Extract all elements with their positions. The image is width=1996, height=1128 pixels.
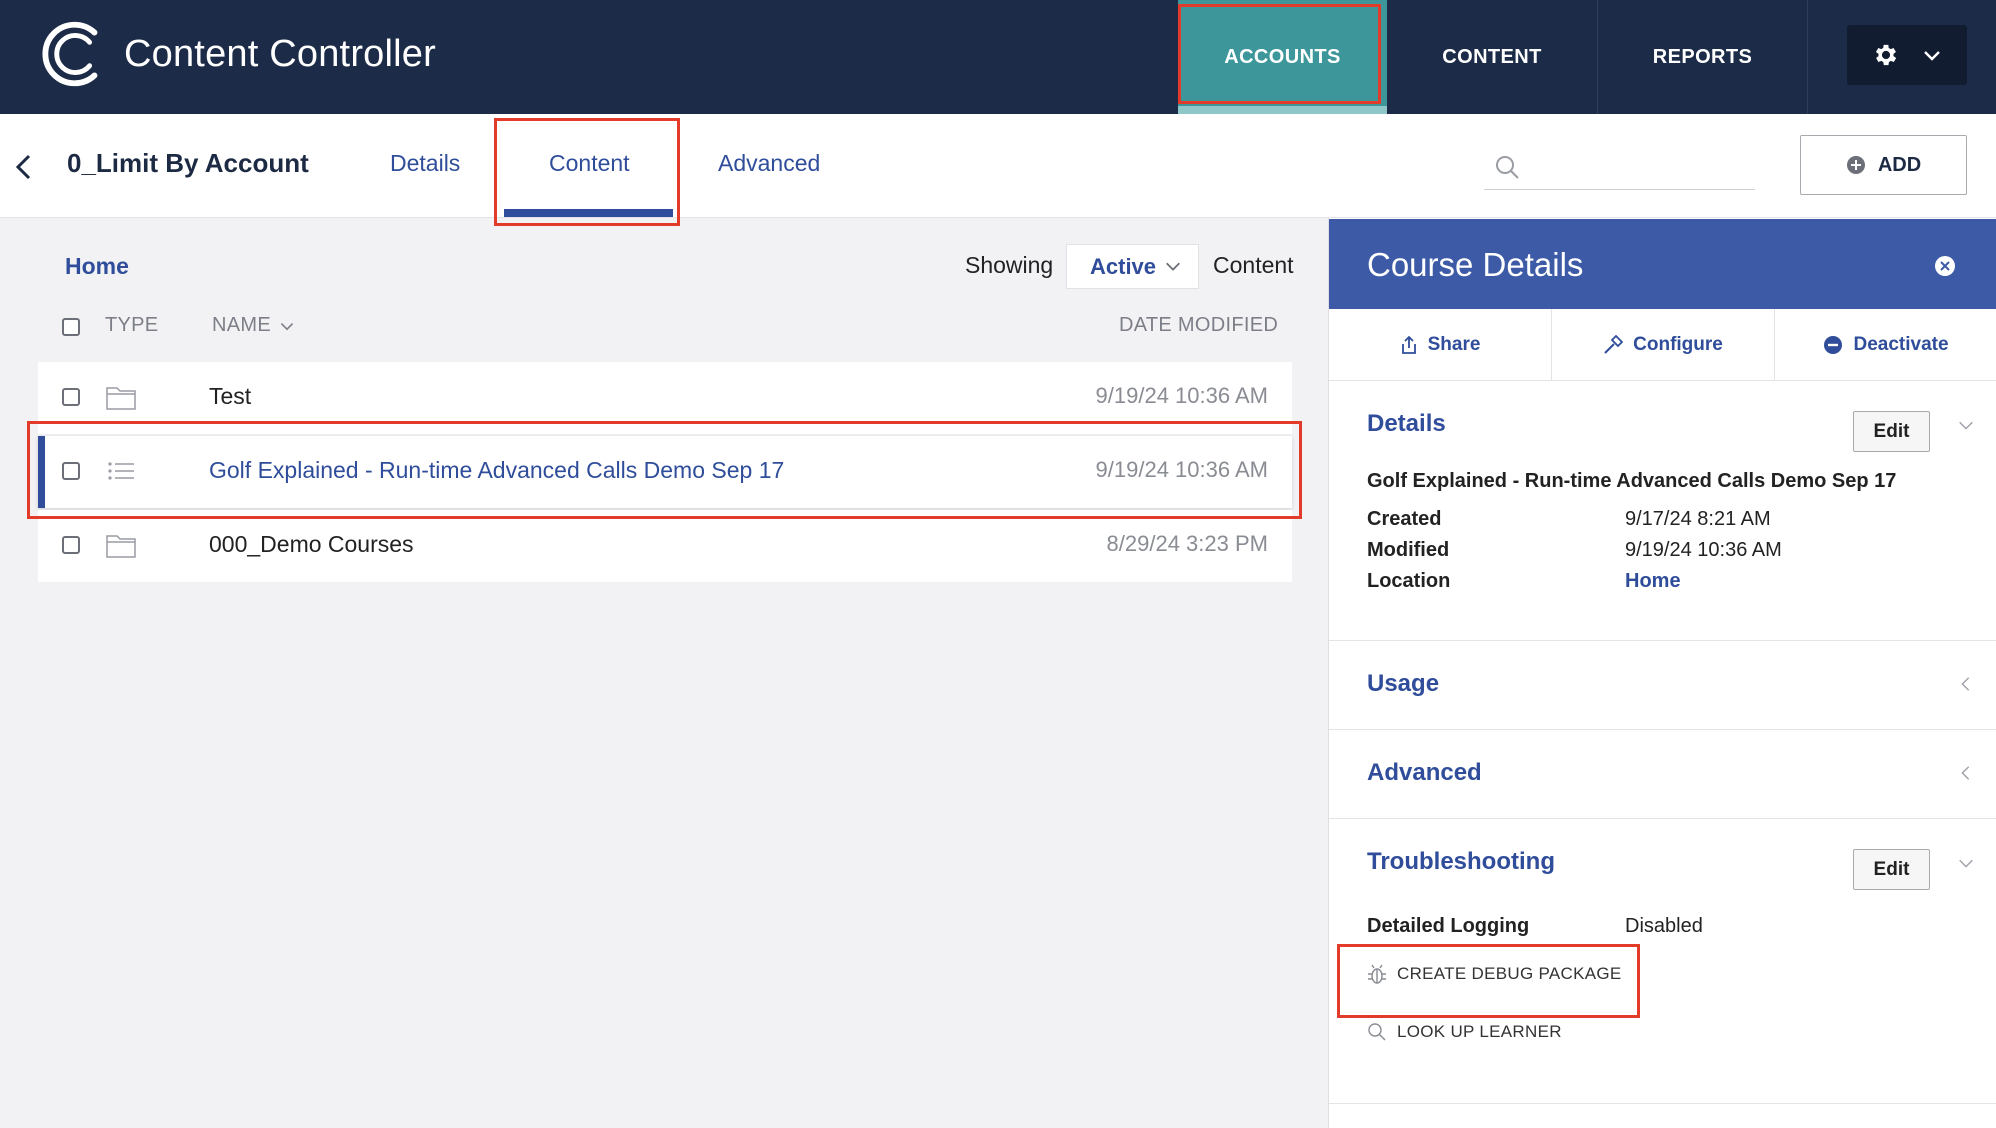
- create-debug-package-label: CREATE DEBUG PACKAGE: [1397, 964, 1622, 983]
- deactivate-button[interactable]: Deactivate: [1775, 309, 1996, 380]
- configure-label: Configure: [1633, 333, 1723, 355]
- add-label: ADD: [1877, 153, 1922, 176]
- close-circle-icon[interactable]: [1934, 255, 1956, 277]
- location-link[interactable]: Home: [1625, 570, 1681, 593]
- panel-actions: Share Configure Deactivate: [1329, 309, 1996, 381]
- modified-value: 9/19/24 10:36 AM: [1625, 539, 1782, 561]
- app-logo[interactable]: Content Controller: [36, 15, 436, 93]
- troubleshooting-edit-button[interactable]: Edit: [1853, 849, 1930, 890]
- row-name[interactable]: 000_Demo Courses: [209, 531, 414, 558]
- divider: [1329, 818, 1996, 819]
- folder-icon: [106, 535, 136, 558]
- detailed-logging-value: Disabled: [1625, 915, 1703, 937]
- list-icon: [108, 462, 134, 480]
- hammer-icon: [1604, 334, 1624, 354]
- location-label: Location: [1367, 570, 1451, 592]
- tab-details[interactable]: Details: [390, 150, 460, 177]
- course-details-panel: Course Details Share Configure Deactivat…: [1328, 218, 1996, 1128]
- breadcrumb-home[interactable]: Home: [65, 253, 129, 280]
- look-up-learner-link[interactable]: LOOK UP LEARNER: [1367, 1022, 1562, 1042]
- status-filter-select[interactable]: Active: [1066, 244, 1199, 289]
- divider: [1329, 640, 1996, 641]
- bug-icon: [1368, 964, 1386, 984]
- chevron-left-icon[interactable]: [1957, 764, 1975, 782]
- status-filter-value: Active: [1090, 253, 1157, 279]
- table-row[interactable]: 000_Demo Courses 8/29/24 3:23 PM: [38, 510, 1292, 582]
- divider: [1329, 1103, 1996, 1104]
- usage-section-title[interactable]: Usage: [1367, 670, 1439, 698]
- chevron-down-icon[interactable]: [1957, 416, 1975, 434]
- column-header-name[interactable]: NAME: [212, 314, 295, 337]
- share-label: Share: [1427, 333, 1481, 355]
- search-icon: [1496, 156, 1519, 179]
- showing-label: Showing: [965, 252, 1054, 278]
- chevron-down-icon[interactable]: [1957, 854, 1975, 872]
- add-button[interactable]: ADD: [1800, 135, 1967, 195]
- chevron-down-icon: [1924, 51, 1940, 61]
- back-icon[interactable]: [12, 152, 36, 182]
- row-date: 9/19/24 10:36 AM: [1095, 383, 1268, 408]
- magnifier-icon: [1368, 1023, 1386, 1041]
- chevron-down-icon: [280, 322, 294, 330]
- app-name: Content Controller: [124, 32, 436, 75]
- row-date: 9/19/24 10:36 AM: [1095, 457, 1268, 482]
- search-input[interactable]: [1484, 148, 1755, 190]
- logo-mark: [42, 21, 98, 87]
- modified-label: Modified: [1367, 539, 1450, 561]
- minus-circle-icon: [1824, 335, 1843, 354]
- deactivate-label: Deactivate: [1853, 333, 1949, 355]
- panel-header: Course Details: [1329, 219, 1996, 309]
- page-title: 0_Limit By Account: [67, 148, 309, 178]
- course-name: Golf Explained - Run-time Advanced Calls…: [1367, 470, 1897, 492]
- row-name[interactable]: Test: [209, 383, 251, 410]
- column-header-name-label: NAME: [212, 314, 271, 336]
- chevron-down-icon: [1166, 262, 1180, 271]
- troubleshooting-section-title[interactable]: Troubleshooting: [1367, 848, 1555, 876]
- tab-advanced[interactable]: Advanced: [718, 150, 820, 177]
- row-checkbox[interactable]: [62, 536, 80, 554]
- divider: [1329, 729, 1996, 730]
- settings-menu-button[interactable]: [1847, 25, 1967, 85]
- configure-button[interactable]: Configure: [1552, 309, 1775, 380]
- look-up-learner-label: LOOK UP LEARNER: [1397, 1022, 1562, 1041]
- column-header-type: TYPE: [105, 314, 159, 336]
- row-checkbox[interactable]: [62, 388, 80, 406]
- nav-content[interactable]: CONTENT: [1387, 0, 1598, 114]
- create-debug-package-link[interactable]: CREATE DEBUG PACKAGE: [1367, 963, 1622, 985]
- row-name[interactable]: Golf Explained - Run-time Advanced Calls…: [209, 457, 784, 484]
- gear-icon: [1875, 44, 1897, 66]
- created-value: 9/17/24 8:21 AM: [1625, 508, 1771, 530]
- nav-accounts[interactable]: ACCOUNTS: [1178, 0, 1387, 114]
- row-checkbox[interactable]: [62, 462, 80, 480]
- select-all-checkbox[interactable]: [62, 318, 80, 336]
- active-tab-indicator: [504, 209, 673, 217]
- tab-content[interactable]: Content: [549, 150, 630, 177]
- folder-icon: [106, 387, 136, 410]
- add-circle-icon: [1846, 156, 1865, 174]
- share-button[interactable]: Share: [1329, 309, 1552, 380]
- advanced-section-title[interactable]: Advanced: [1367, 759, 1482, 787]
- table-row-selected[interactable]: Golf Explained - Run-time Advanced Calls…: [38, 436, 1292, 508]
- panel-title: Course Details: [1367, 246, 1584, 283]
- detailed-logging-label: Detailed Logging: [1367, 915, 1530, 937]
- nav-reports[interactable]: REPORTS: [1598, 0, 1808, 114]
- row-date: 8/29/24 3:23 PM: [1106, 531, 1268, 556]
- column-header-date[interactable]: DATE MODIFIED: [1119, 314, 1278, 337]
- content-label: Content: [1213, 252, 1294, 278]
- chevron-left-icon[interactable]: [1957, 675, 1975, 693]
- table-row[interactable]: Test 9/19/24 10:36 AM: [38, 362, 1292, 434]
- share-icon: [1401, 335, 1416, 354]
- details-edit-button[interactable]: Edit: [1853, 411, 1930, 452]
- details-section-title[interactable]: Details: [1367, 410, 1446, 438]
- created-label: Created: [1367, 508, 1442, 530]
- sub-header: 0_Limit By Account Details Content Advan…: [0, 114, 1996, 218]
- top-nav-bar: Content Controller ACCOUNTS CONTENT REPO…: [0, 0, 1996, 114]
